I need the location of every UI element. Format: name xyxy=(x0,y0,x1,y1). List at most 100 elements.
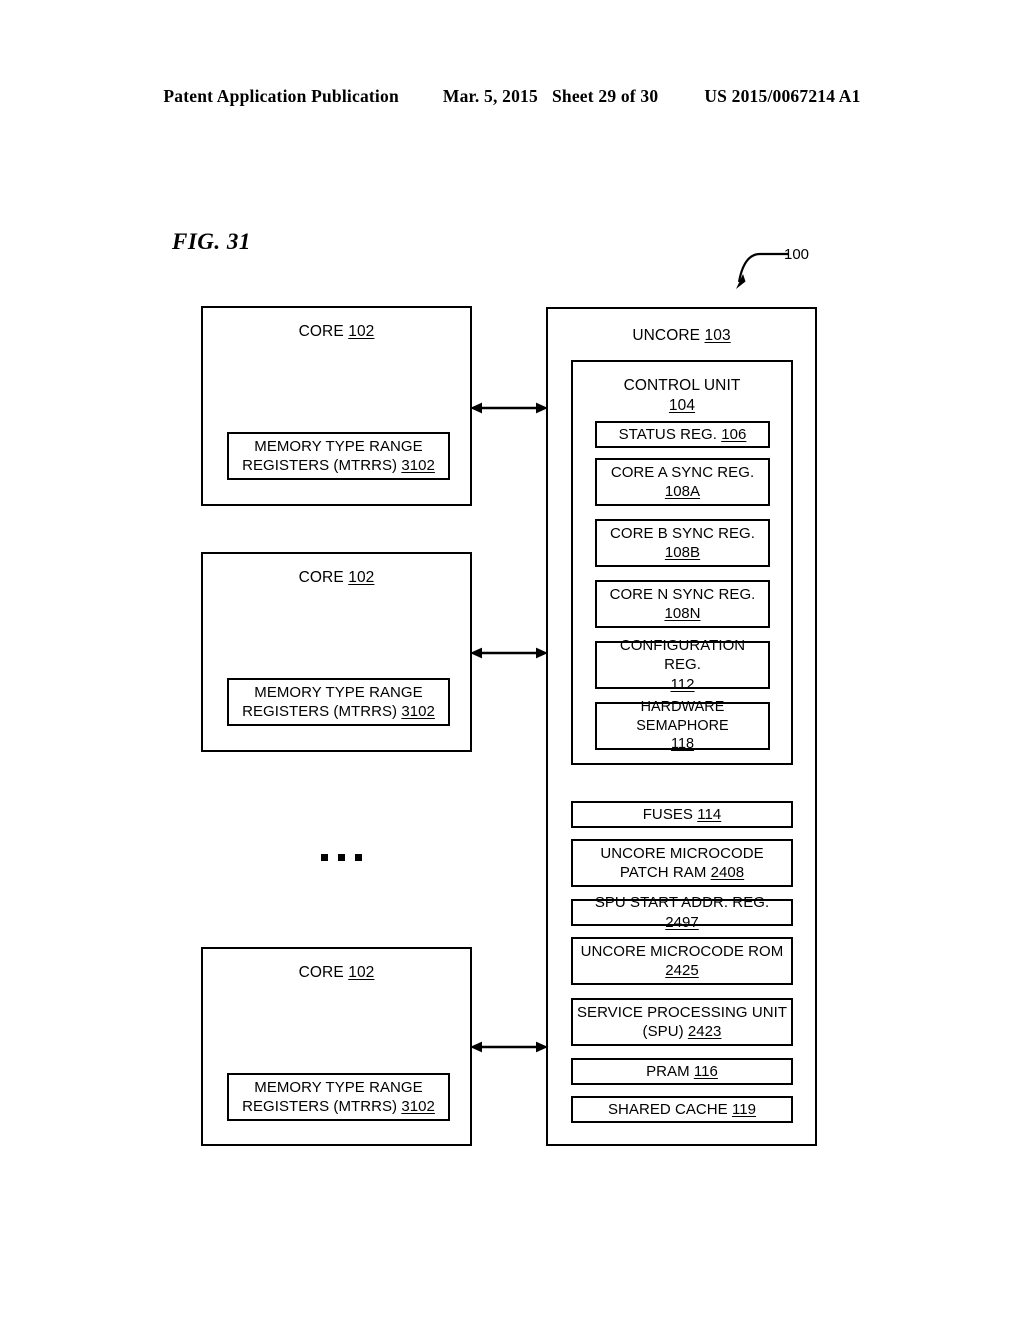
shared-cache-ref: 119 xyxy=(731,1100,757,1118)
fuses-block: FUSES 114 xyxy=(571,801,793,828)
core-n-sync-register-block: CORE N SYNC REG. 108N xyxy=(595,580,770,628)
configuration-register-label: CONFIGURATION REG. 112 xyxy=(597,636,768,694)
header-publication: Patent Application Publication xyxy=(163,86,399,106)
service-processing-unit-block: SERVICE PROCESSING UNIT (SPU) 2423 xyxy=(571,998,793,1046)
spu-start-addr-register-ref: 2497 xyxy=(665,913,699,931)
core-3-mtrr-label: MEMORY TYPE RANGE REGISTERS (MTRRS) 3102 xyxy=(239,1078,438,1116)
core-1-mtrr-block: MEMORY TYPE RANGE REGISTERS (MTRRS) 3102 xyxy=(227,432,450,480)
fuses-line1: FUSES xyxy=(642,805,693,823)
service-processing-unit-label: SERVICE PROCESSING UNIT (SPU) 2423 xyxy=(574,1003,790,1041)
pram-line1: PRAM xyxy=(646,1062,690,1080)
pram-ref: 116 xyxy=(693,1062,718,1080)
core-1-mtrr-line2: REGISTERS (MTRRS) xyxy=(242,457,398,474)
core-3-mtrr-block: MEMORY TYPE RANGE REGISTERS (MTRRS) 3102 xyxy=(227,1073,450,1121)
control-unit-title: CONTROL UNIT xyxy=(573,377,791,395)
ellipsis-dot-2 xyxy=(338,854,345,861)
core-block-2: CORE 102 MEMORY TYPE RANGE REGISTERS (MT… xyxy=(201,552,472,752)
service-processing-unit-line1: SERVICE PROCESSING UNIT xyxy=(576,1003,788,1021)
status-register-label: STATUS REG. 106 xyxy=(616,425,750,444)
core-a-sync-register-label: CORE A SYNC REG. 108A xyxy=(608,463,757,501)
figure-label: FIG. 31 xyxy=(172,229,251,254)
core-block-3: CORE 102 MEMORY TYPE RANGE REGISTERS (MT… xyxy=(201,947,472,1146)
core-b-sync-register-label: CORE B SYNC REG. 108B xyxy=(607,524,758,562)
pram-label: PRAM 116 xyxy=(643,1062,721,1081)
uncore-microcode-rom-block: UNCORE MICROCODE ROM 2425 xyxy=(571,937,793,985)
core-2-uncore-connector-arrow xyxy=(470,647,548,659)
core-2-mtrr-line2: REGISTERS (MTRRS) xyxy=(242,703,398,720)
uncore-title: UNCORE 103 xyxy=(548,327,815,345)
core-n-sync-register-label: CORE N SYNC REG. 108N xyxy=(607,585,759,623)
callout-leader-arrow-icon xyxy=(736,252,788,289)
fuses-ref: 114 xyxy=(697,805,722,823)
core-n-sync-register-ref: 108N xyxy=(664,605,701,622)
core-2-mtrr-block: MEMORY TYPE RANGE REGISTERS (MTRRS) 3102 xyxy=(227,678,450,726)
core-1-title-ref: 102 xyxy=(348,323,375,340)
core-a-sync-register-block: CORE A SYNC REG. 108A xyxy=(595,458,770,506)
spu-start-addr-register-label: SPU START ADDR. REG. 2497 xyxy=(573,893,791,931)
ellipsis-dot-1 xyxy=(321,854,328,861)
status-register-ref: 106 xyxy=(721,425,747,443)
status-register-line1: STATUS REG. xyxy=(618,425,717,443)
core-1-mtrr-ref: 3102 xyxy=(401,457,435,474)
uncore-microcode-patch-ram-block: UNCORE MICROCODE PATCH RAM 2408 xyxy=(571,839,793,887)
pram-block: PRAM 116 xyxy=(571,1058,793,1085)
core-3-mtrr-ref: 3102 xyxy=(401,1098,435,1115)
core-b-sync-register-ref: 108B xyxy=(664,544,701,561)
spu-start-addr-register-block: SPU START ADDR. REG. 2497 xyxy=(571,894,793,931)
uncore-microcode-patch-ram-line1: UNCORE MICROCODE xyxy=(600,844,764,862)
core-n-sync-register-line1: CORE N SYNC REG. xyxy=(609,585,756,603)
uncore-microcode-patch-ram-ref: 2408 xyxy=(710,864,745,881)
status-register-block: STATUS REG. 106 xyxy=(595,421,770,448)
core-1-mtrr-label: MEMORY TYPE RANGE REGISTERS (MTRRS) 3102 xyxy=(239,437,438,475)
core-block-1: CORE 102 MEMORY TYPE RANGE REGISTERS (MT… xyxy=(201,306,472,506)
configuration-register-ref: 112 xyxy=(670,675,695,693)
core-3-title-ref: 102 xyxy=(348,964,375,981)
hardware-semaphore-ref: 118 xyxy=(670,736,695,753)
core-3-uncore-connector-arrow xyxy=(470,1041,548,1053)
core-a-sync-register-ref: 108A xyxy=(664,483,701,500)
core-1-title: CORE 102 xyxy=(203,323,470,341)
core-2-mtrr-ref: 3102 xyxy=(401,703,435,720)
core-a-sync-register-line1: CORE A SYNC REG. xyxy=(610,463,755,481)
uncore-microcode-rom-ref: 2425 xyxy=(665,962,699,979)
control-unit-title-text: CONTROL UNIT xyxy=(623,377,741,394)
configuration-register-line1: CONFIGURATION REG. xyxy=(619,637,746,674)
core-3-title: CORE 102 xyxy=(203,964,470,982)
control-unit-block: CONTROL UNIT 104 STATUS REG. 106 CORE A … xyxy=(571,360,793,765)
hardware-semaphore-line1: HARDWARE SEMAPHORE xyxy=(636,699,729,734)
fuses-label: FUSES 114 xyxy=(640,805,725,824)
uncore-microcode-patch-ram-label: UNCORE MICROCODE PATCH RAM 2408 xyxy=(597,844,766,882)
uncore-microcode-rom-label: UNCORE MICROCODE ROM 2425 xyxy=(578,942,787,980)
spu-start-addr-register-line1: SPU START ADDR. REG. xyxy=(594,894,770,912)
core-2-mtrr-line1: MEMORY TYPE RANGE xyxy=(254,683,423,701)
uncore-microcode-patch-ram-line2: PATCH RAM xyxy=(619,864,707,881)
shared-cache-label: SHARED CACHE 119 xyxy=(605,1100,759,1119)
shared-cache-line1: SHARED CACHE xyxy=(607,1100,728,1118)
core-2-title-ref: 102 xyxy=(348,569,375,586)
header-date: Mar. 5, 2015 xyxy=(442,86,538,106)
uncore-block: UNCORE 103 CONTROL UNIT 104 STATUS REG. … xyxy=(546,307,817,1146)
configuration-register-block: CONFIGURATION REG. 112 xyxy=(595,637,770,693)
header-sheet: Sheet 29 of 30 xyxy=(551,86,659,106)
core-3-mtrr-line2: REGISTERS (MTRRS) xyxy=(242,1098,398,1115)
control-unit-title-ref: 104 xyxy=(668,397,696,414)
service-processing-unit-line2: (SPU) xyxy=(642,1023,684,1040)
core-3-mtrr-line1: MEMORY TYPE RANGE xyxy=(254,1078,423,1096)
shared-cache-block: SHARED CACHE 119 xyxy=(571,1096,793,1123)
page-header: Patent Application Publication Mar. 5, 20… xyxy=(0,86,1024,107)
core-1-uncore-connector-arrow xyxy=(470,402,548,414)
core-3-title-text: CORE xyxy=(298,964,344,981)
core-list-ellipsis xyxy=(321,854,362,861)
ellipsis-dot-3 xyxy=(355,854,362,861)
core-2-title: CORE 102 xyxy=(203,569,470,587)
uncore-title-ref: 103 xyxy=(704,327,731,344)
core-b-sync-register-block: CORE B SYNC REG. 108B xyxy=(595,519,770,567)
header-patent-number: US 2015/0067214 A1 xyxy=(704,86,861,106)
core-2-mtrr-label: MEMORY TYPE RANGE REGISTERS (MTRRS) 3102 xyxy=(239,683,438,721)
core-1-mtrr-line1: MEMORY TYPE RANGE xyxy=(254,437,423,455)
core-2-title-text: CORE xyxy=(298,569,344,586)
core-1-title-text: CORE xyxy=(298,323,344,340)
service-processing-unit-ref: 2423 xyxy=(687,1023,722,1040)
core-b-sync-register-line1: CORE B SYNC REG. xyxy=(610,524,755,542)
hardware-semaphore-label: HARDWARE SEMAPHORE 118 xyxy=(597,698,768,753)
